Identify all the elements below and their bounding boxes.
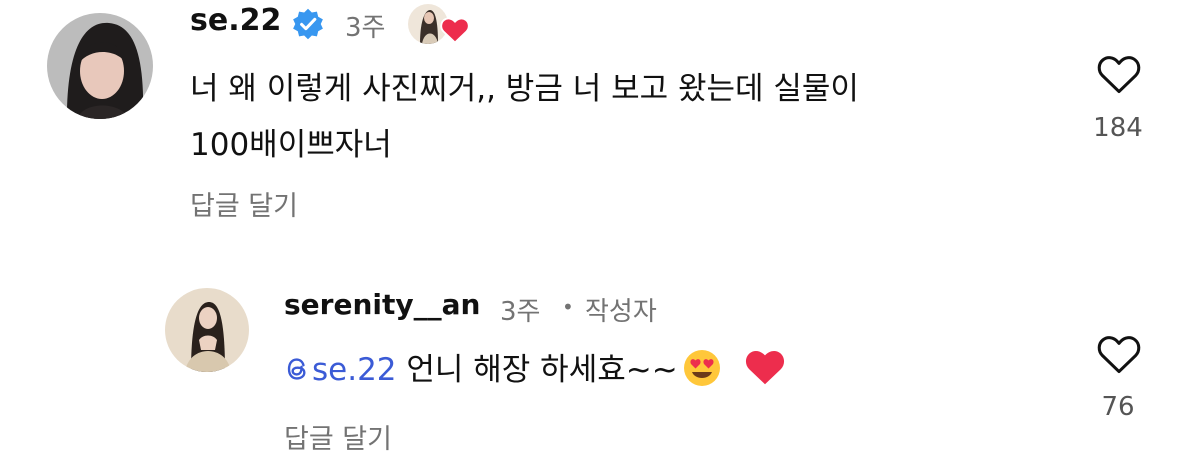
timestamp: 3주 [345,13,386,43]
like-outline-icon[interactable] [1096,53,1142,95]
reply-button[interactable]: 답글 달기 [190,184,298,223]
comment-text-body: 언니 해장 하세효~~ [406,352,678,388]
heart-emoji [744,348,786,386]
username[interactable]: se.22 [190,3,281,38]
avatar[interactable] [165,288,249,372]
author-label: 작성자 [585,297,657,327]
avatar[interactable] [47,13,153,119]
smiling-heart-eyes-emoji [680,348,724,388]
mention-text: se.22 [312,352,397,388]
like-outline-icon[interactable] [1096,333,1142,375]
timestamp: 3주 [500,297,541,327]
comment-text-line-2: 100배이쁘자너 [190,127,392,163]
separator-dot: • [562,295,574,319]
mention-link[interactable]: se.22 [284,352,397,388]
verified-badge-icon [291,7,325,41]
threads-icon [287,358,306,380]
username[interactable]: serenity__an [284,288,480,321]
heart-icon [440,16,470,44]
reply-button[interactable]: 답글 달기 [284,417,392,456]
comment-text: se.22 언니 해장 하세효~~ [284,344,786,396]
like-count: 184 [1093,113,1143,143]
like-count: 76 [1101,392,1135,422]
comment-text-line-1: 너 왜 이렇게 사진찌거,, 방금 너 보고 왔는데 실물이 [190,71,859,107]
author-liked-badge [408,4,472,48]
